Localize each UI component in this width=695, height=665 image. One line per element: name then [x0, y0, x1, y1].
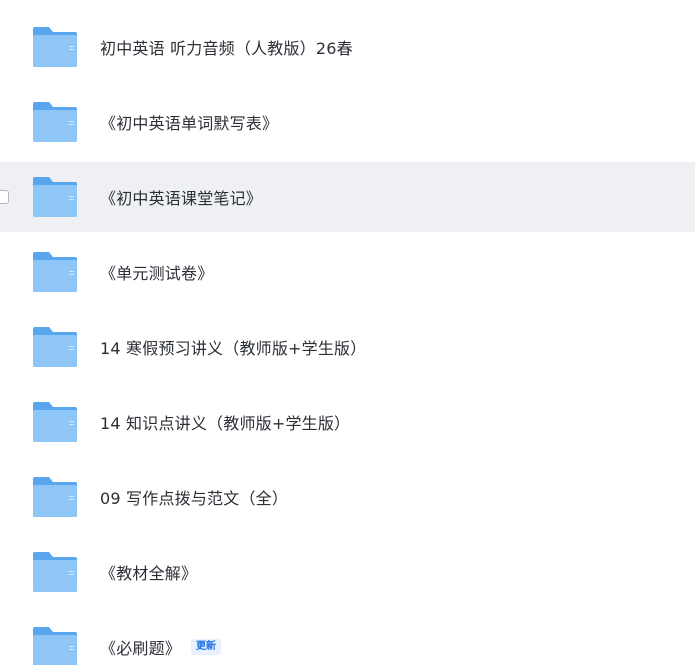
folder-icon: [33, 327, 77, 367]
folder-row[interactable]: 《必刷题》 更新: [0, 612, 695, 665]
folder-name-wrap: 14 寒假预习讲义（教师版+学生版）: [100, 312, 366, 382]
folder-name[interactable]: 14 寒假预习讲义（教师版+学生版）: [100, 335, 366, 359]
folder-icon: [33, 402, 77, 442]
folder-name[interactable]: 《教材全解》: [100, 560, 197, 584]
folder-name-wrap: 《初中英语课堂笔记》: [100, 162, 262, 232]
folder-icon: [33, 627, 77, 665]
folder-name[interactable]: 初中英语 听力音频（人教版）26春: [100, 35, 353, 59]
update-badge: 更新: [191, 639, 222, 655]
folder-icon: [33, 27, 77, 67]
folder-row[interactable]: 初中英语 听力音频（人教版）26春: [0, 12, 695, 82]
folder-name[interactable]: 《初中英语课堂笔记》: [100, 185, 262, 209]
folder-name[interactable]: 《必刷题》: [100, 635, 181, 659]
folder-name-wrap: 初中英语 听力音频（人教版）26春: [100, 12, 353, 82]
folder-icon: [33, 477, 77, 517]
folder-name-wrap: 《单元测试卷》: [100, 237, 213, 307]
folder-icon: [33, 177, 77, 217]
folder-icon: [33, 102, 77, 142]
folder-row[interactable]: 14 知识点讲义（教师版+学生版）: [0, 387, 695, 457]
folder-row[interactable]: 《初中英语单词默写表》: [0, 87, 695, 157]
folder-name-wrap: 09 写作点拨与范文（全）: [100, 462, 288, 532]
folder-name-wrap: 《教材全解》: [100, 537, 197, 607]
folder-row[interactable]: 《教材全解》: [0, 537, 695, 607]
folder-icon: [33, 252, 77, 292]
folder-name-wrap: 《初中英语单词默写表》: [100, 87, 278, 157]
folder-row[interactable]: 《单元测试卷》: [0, 237, 695, 307]
folder-icon: [33, 552, 77, 592]
folder-name[interactable]: 14 知识点讲义（教师版+学生版）: [100, 410, 350, 434]
folder-name-wrap: 《必刷题》 更新: [100, 612, 222, 665]
folder-name[interactable]: 09 写作点拨与范文（全）: [100, 485, 288, 509]
file-list: 初中英语 听力音频（人教版）26春 《初中英语单词默写表》 《初中英语课堂笔记》: [0, 0, 695, 665]
folder-row[interactable]: 14 寒假预习讲义（教师版+学生版）: [0, 312, 695, 382]
folder-row[interactable]: 09 写作点拨与范文（全）: [0, 462, 695, 532]
folder-name-wrap: 14 知识点讲义（教师版+学生版）: [100, 387, 350, 457]
row-checkbox[interactable]: [0, 190, 9, 204]
folder-row[interactable]: 《初中英语课堂笔记》: [0, 162, 695, 232]
folder-name[interactable]: 《初中英语单词默写表》: [100, 110, 278, 134]
folder-name[interactable]: 《单元测试卷》: [100, 260, 213, 284]
